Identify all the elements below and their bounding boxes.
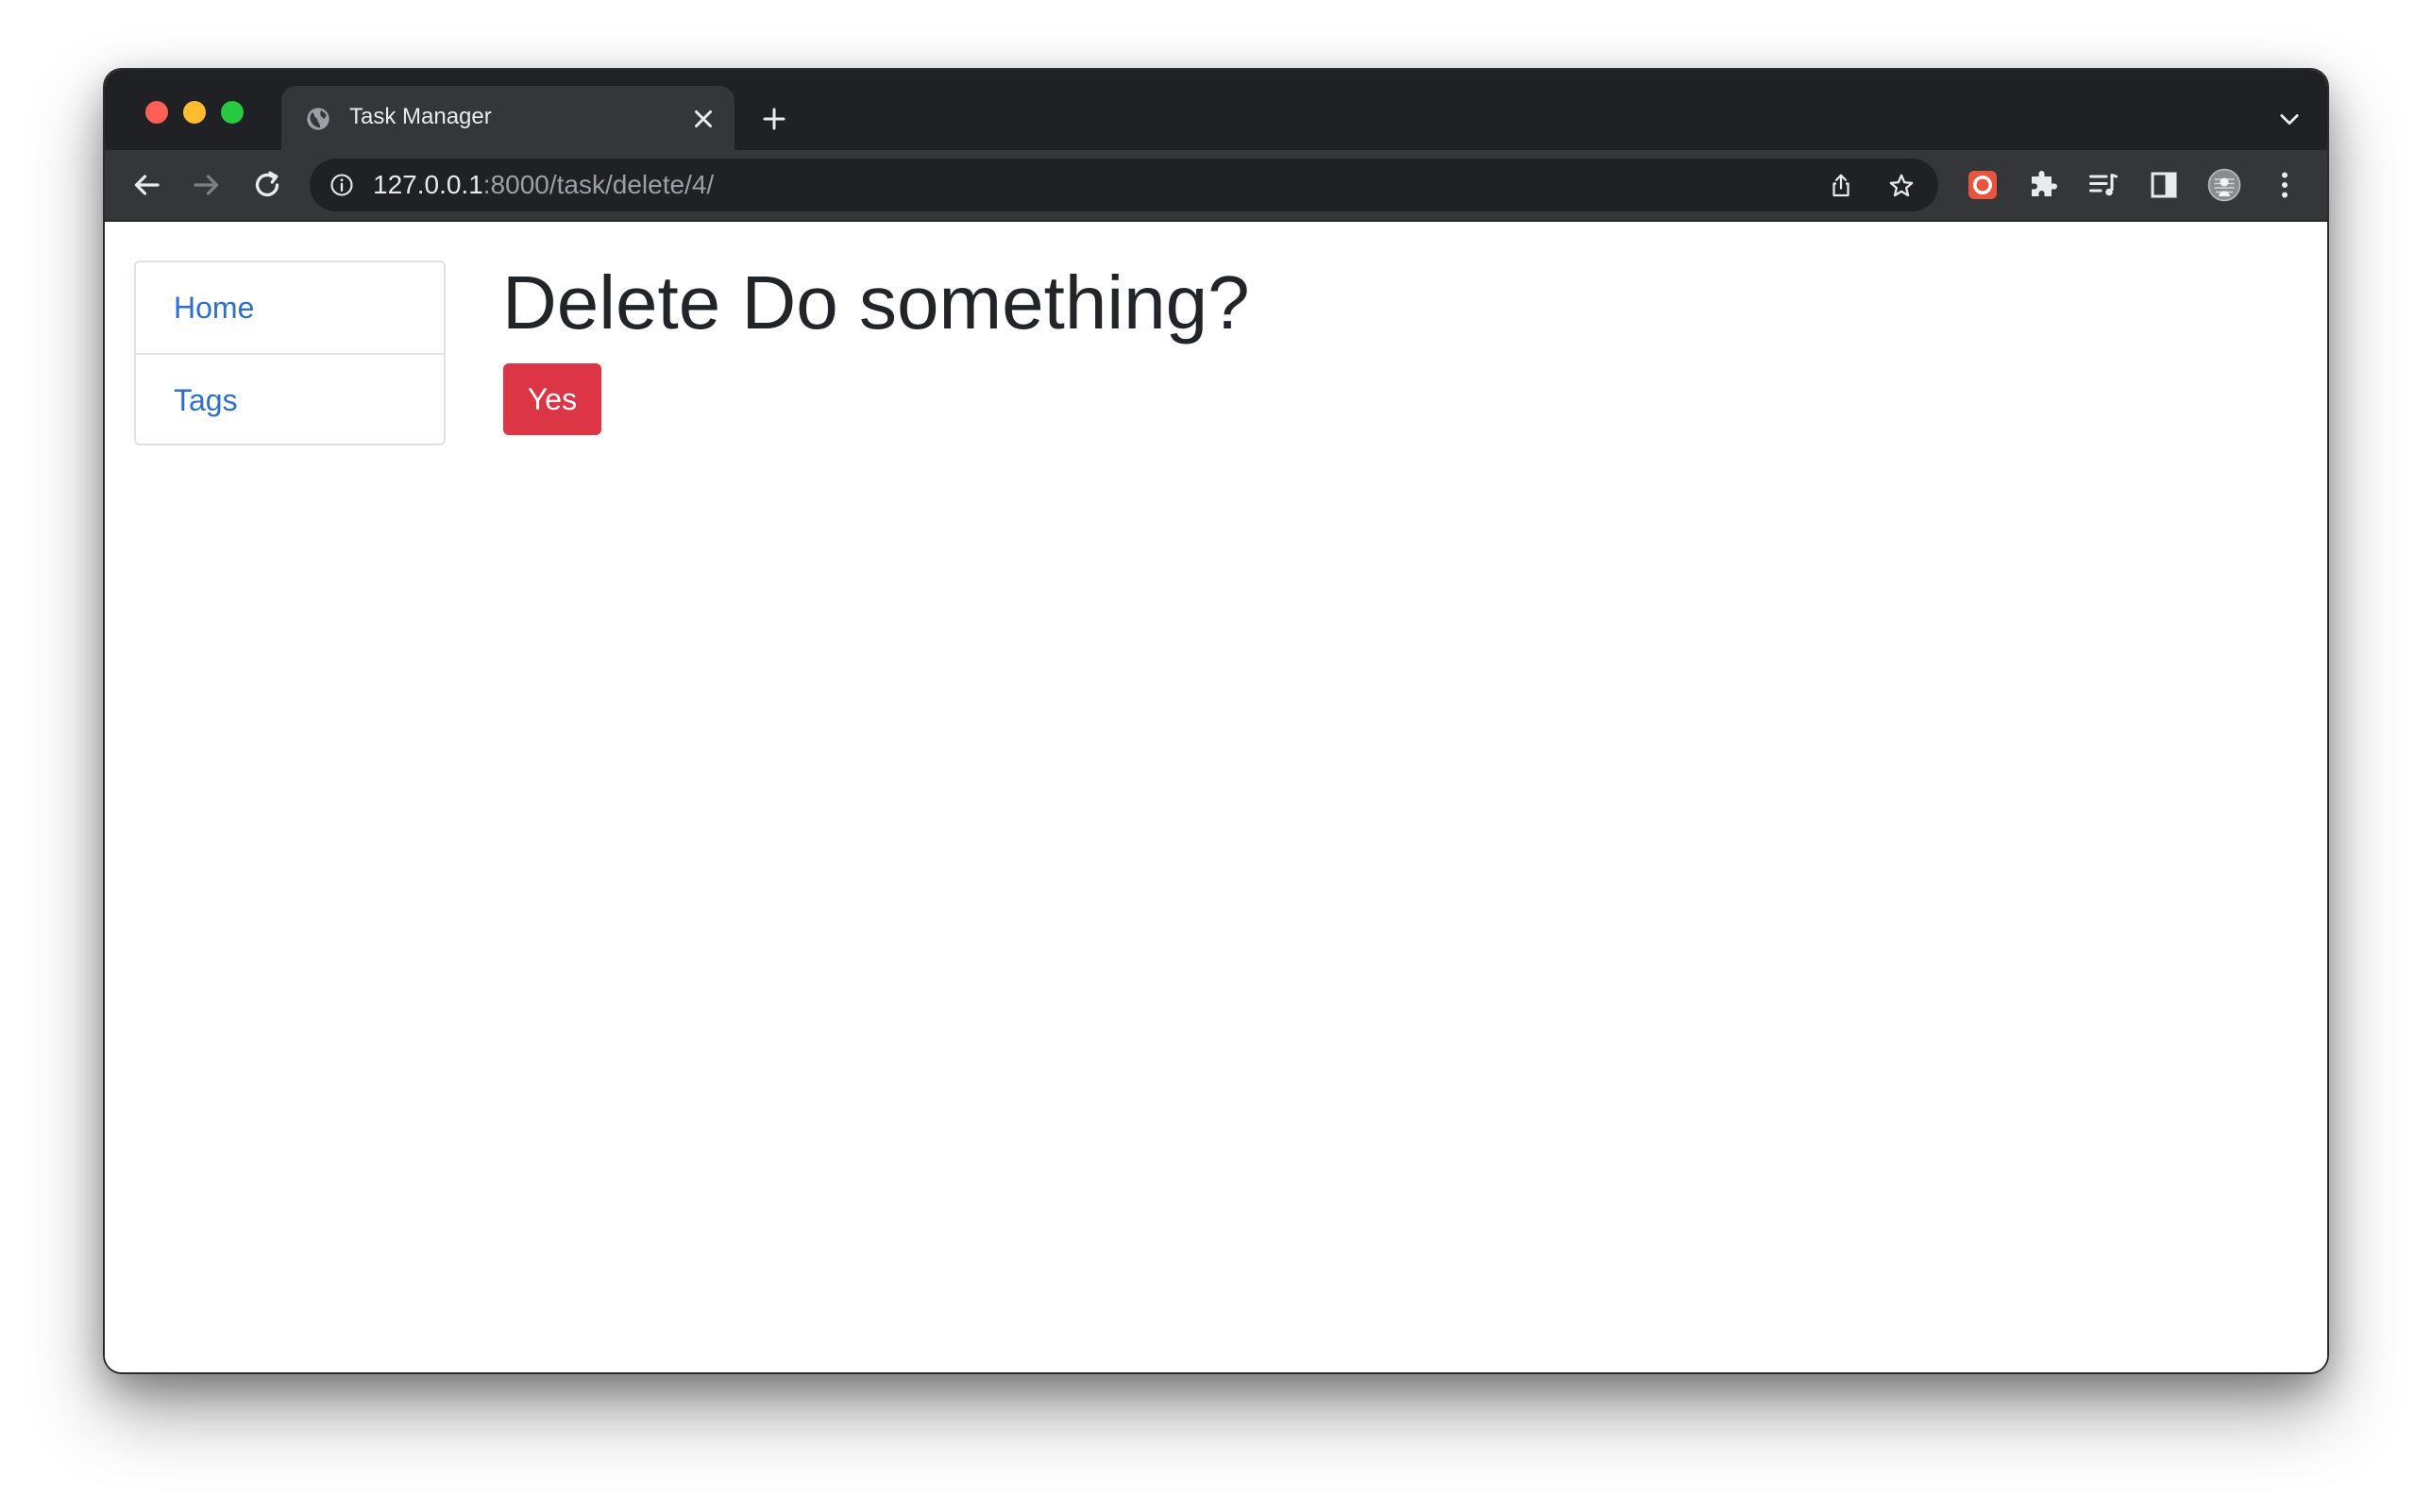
globe-icon bbox=[307, 108, 329, 130]
browser-window: Task Manager 127.0.0.1:8000/task/delete/… bbox=[105, 70, 2327, 1372]
arrow-left-icon[interactable] bbox=[129, 168, 163, 202]
chevron-down-icon[interactable] bbox=[2276, 106, 2303, 132]
avatar[interactable] bbox=[2207, 168, 2241, 202]
tab-strip: Task Manager bbox=[105, 70, 2327, 150]
media-queue-icon[interactable] bbox=[2086, 168, 2120, 202]
minimize-window-button[interactable] bbox=[183, 101, 206, 124]
sidebar-nav: Home Tags bbox=[134, 260, 446, 445]
kebab-menu-icon[interactable] bbox=[2268, 168, 2302, 202]
puzzle-icon[interactable] bbox=[2026, 168, 2060, 202]
star-icon[interactable] bbox=[1887, 172, 1916, 200]
close-icon[interactable] bbox=[689, 105, 718, 133]
close-window-button[interactable] bbox=[145, 101, 168, 124]
screenshot-page: Task Manager 127.0.0.1:8000/task/delete/… bbox=[0, 0, 2432, 1512]
confirm-delete-button[interactable]: Yes bbox=[503, 363, 601, 435]
arrow-right-icon[interactable] bbox=[190, 168, 224, 202]
side-panel-icon[interactable] bbox=[2147, 168, 2181, 202]
tab-title: Task Manager bbox=[349, 104, 492, 129]
reload-icon[interactable] bbox=[250, 168, 284, 202]
page-content: Home Tags Delete Do something? Yes bbox=[105, 222, 2327, 1372]
url-host: 127.0.0.1 bbox=[373, 170, 483, 199]
sidebar-item-tags[interactable]: Tags bbox=[136, 353, 444, 444]
plus-icon[interactable] bbox=[760, 105, 788, 133]
info-icon[interactable] bbox=[329, 172, 355, 198]
tab-task-manager[interactable]: Task Manager bbox=[281, 86, 735, 150]
sidebar-item-home[interactable]: Home bbox=[136, 262, 444, 353]
browser-toolbar: 127.0.0.1:8000/task/delete/4/ bbox=[105, 150, 2327, 222]
share-icon[interactable] bbox=[1827, 172, 1855, 200]
maximize-window-button[interactable] bbox=[221, 101, 244, 124]
url-text[interactable]: 127.0.0.1:8000/task/delete/4/ bbox=[373, 170, 714, 200]
red-circle-extension-icon[interactable] bbox=[1966, 168, 2000, 202]
page-title: Delete Do something? bbox=[502, 260, 1250, 344]
url-path: :8000/task/delete/4/ bbox=[482, 170, 715, 199]
address-bar[interactable]: 127.0.0.1:8000/task/delete/4/ bbox=[310, 159, 1938, 211]
